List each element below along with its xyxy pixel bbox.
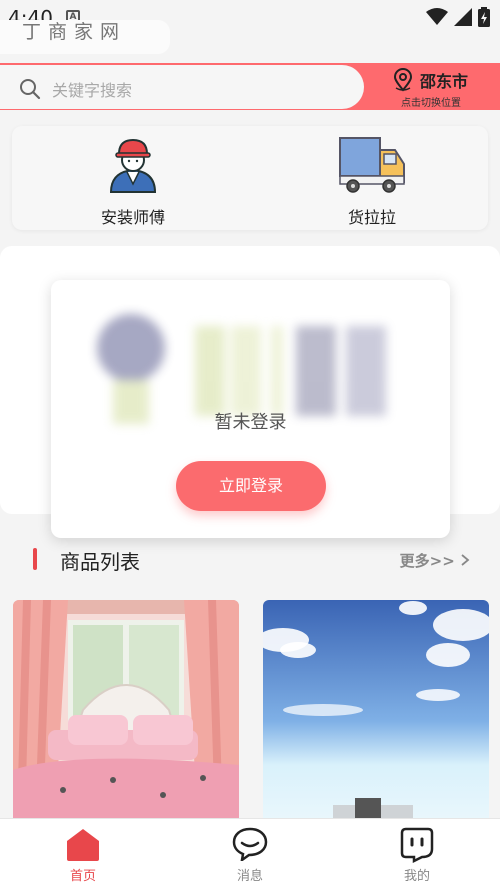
tab-label: 我的 <box>403 869 430 884</box>
product-card-appliance[interactable] <box>263 600 489 820</box>
chevron-right-icon <box>461 554 470 566</box>
profile-icon <box>400 827 434 863</box>
search-icon <box>20 79 41 100</box>
category-installer[interactable]: 安装师傅 <box>53 126 213 230</box>
tab-home[interactable]: 首页 <box>23 819 143 888</box>
login-message: 暂未登录 <box>214 412 287 433</box>
installer-worker-icon <box>109 138 157 193</box>
more-link[interactable]: 更多>> <box>400 550 470 571</box>
tab-messages[interactable]: 消息 <box>190 819 310 888</box>
tab-label: 首页 <box>69 869 96 884</box>
category-truck[interactable]: 货拉拉 <box>292 126 452 230</box>
search-input[interactable]: 关键字搜索 <box>0 65 364 109</box>
tab-profile[interactable]: 我的 <box>357 819 477 888</box>
category-label: 安装师傅 <box>100 208 165 227</box>
login-modal: 暂未登录 立即登录 <box>51 280 450 538</box>
message-icon <box>232 827 268 861</box>
section-accent-bar <box>33 548 37 570</box>
product-image-appliance <box>263 600 489 820</box>
wifi-icon <box>426 8 448 25</box>
product-card-bedding[interactable] <box>13 600 239 820</box>
battery-icon <box>478 7 490 27</box>
login-button[interactable]: 立即登录 <box>176 461 326 511</box>
tab-label: 消息 <box>236 869 263 884</box>
more-link-label: 更多>> <box>399 552 455 570</box>
app-title: 丁商家网 <box>0 20 170 54</box>
location-city: 邵东市 <box>420 72 469 91</box>
delivery-truck-icon <box>339 137 405 193</box>
location-hint: 点击切换位置 <box>401 98 461 109</box>
cell-signal-icon <box>454 8 472 26</box>
category-label: 货拉拉 <box>347 208 396 227</box>
status-icons <box>426 7 490 27</box>
location-pin-icon <box>393 68 413 92</box>
section-title: 商品列表 <box>60 550 140 574</box>
bottom-tab-bar: 首页 消息 我的 <box>0 818 500 888</box>
location-selector[interactable]: 邵东市 点击切换位置 <box>390 66 500 109</box>
product-image-bedding <box>13 600 239 820</box>
search-placeholder: 关键字搜索 <box>52 81 133 100</box>
home-icon <box>67 829 99 861</box>
category-card: 安装师傅 货拉拉 <box>12 126 488 230</box>
search-bar: 关键字搜索 邵东市 点击切换位置 <box>0 63 500 110</box>
